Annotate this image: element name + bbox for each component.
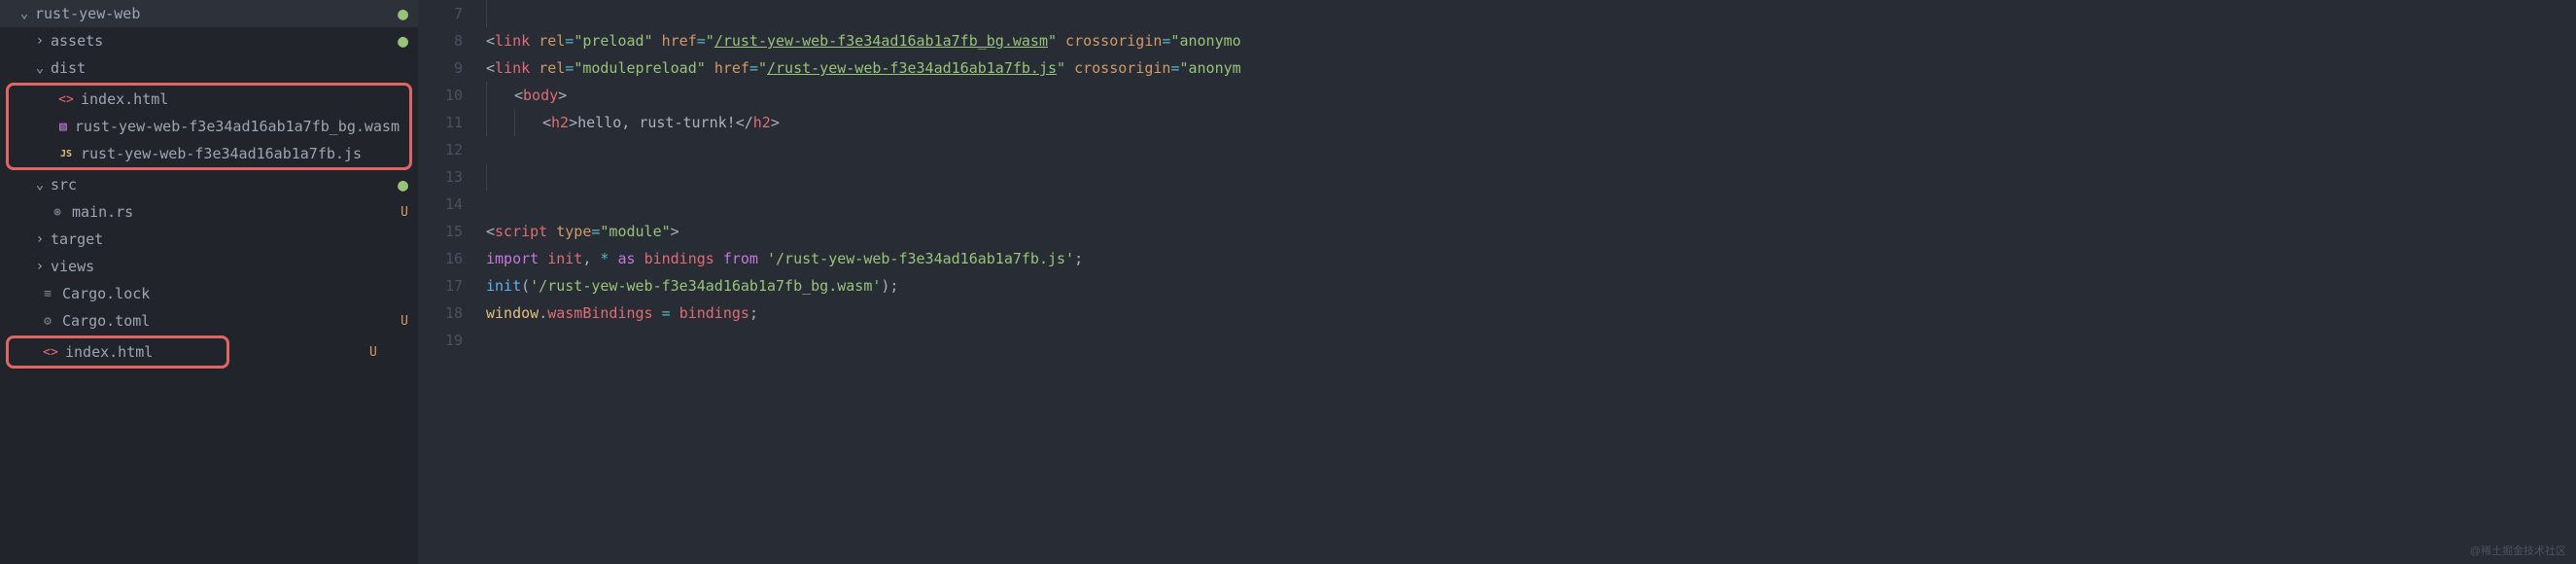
tree-folder-label: src xyxy=(51,176,394,194)
chevron-down-icon: ⌄ xyxy=(17,6,31,21)
code-line-17: init('/rust-yew-web-f3e34ad16ab1a7fb_bg.… xyxy=(486,272,2576,300)
code-editor[interactable]: 7 8 9 10 11 12 13 14 15 16 17 18 19 <lin… xyxy=(418,0,2576,564)
line-number-gutter: 7 8 9 10 11 12 13 14 15 16 17 18 19 xyxy=(418,0,486,564)
code-file-icon: <> xyxy=(57,92,75,107)
code-line-9: <link rel="modulepreload" href="/rust-ye… xyxy=(486,54,2576,82)
line-number: 10 xyxy=(418,82,463,109)
highlight-annotation-dist: <> index.html ▧ rust-yew-web-f3e34ad16ab… xyxy=(6,83,412,170)
git-status-badge: U xyxy=(400,205,408,220)
tree-file-label: index.html xyxy=(65,343,217,361)
tree-folder-dist[interactable]: ⌄ dist xyxy=(0,54,418,82)
tree-file-cargo-lock[interactable]: ≡ Cargo.lock xyxy=(0,280,418,307)
modified-dot-icon: ● xyxy=(398,4,408,24)
highlight-annotation-index: <> index.html xyxy=(6,335,229,369)
code-line-16: import init, * as bindings from '/rust-y… xyxy=(486,245,2576,272)
rust-file-icon: ⊛ xyxy=(49,205,66,220)
chevron-right-icon: › xyxy=(33,259,47,274)
chevron-right-icon: › xyxy=(33,33,47,49)
tree-file-label: rust-yew-web-f3e34ad16ab1a7fb.js xyxy=(81,145,400,162)
tree-file-main-rs[interactable]: ⊛ main.rs U xyxy=(0,198,418,226)
line-number: 16 xyxy=(418,245,463,272)
code-line-7 xyxy=(486,0,2576,27)
line-number: 7 xyxy=(418,0,463,27)
code-content[interactable]: <link rel="preload" href="/rust-yew-web-… xyxy=(486,0,2576,564)
tree-folder-views[interactable]: › views xyxy=(0,253,418,280)
js-file-icon: JS xyxy=(57,149,75,159)
line-number: 9 xyxy=(418,54,463,82)
chevron-down-icon: ⌄ xyxy=(33,60,47,76)
tree-file-label: Cargo.toml xyxy=(62,312,397,330)
lines-file-icon: ≡ xyxy=(39,287,56,301)
chevron-right-icon: › xyxy=(33,231,47,247)
code-line-11: <h2>hello, rust-turnk!</h2> xyxy=(486,109,2576,136)
wasm-file-icon: ▧ xyxy=(57,120,69,134)
line-number: 17 xyxy=(418,272,463,300)
tree-folder-target[interactable]: › target xyxy=(0,226,418,253)
file-explorer-sidebar: ⌄ rust-yew-web ● › assets ● ⌄ dist <> in… xyxy=(0,0,418,564)
tree-folder-assets[interactable]: › assets ● xyxy=(0,27,418,54)
line-number: 13 xyxy=(418,163,463,191)
git-status-badge: U xyxy=(400,314,408,329)
code-line-10: <body> xyxy=(486,82,2576,109)
modified-dot-icon: ● xyxy=(398,31,408,52)
line-number: 18 xyxy=(418,300,463,327)
code-line-18: window.wasmBindings = bindings; xyxy=(486,300,2576,327)
gear-file-icon: ⚙ xyxy=(39,314,56,329)
watermark-text: @稀土掘金技术社区 xyxy=(2470,543,2566,558)
code-line-13 xyxy=(486,163,2576,191)
tree-file-cargo-toml[interactable]: ⚙ Cargo.toml U xyxy=(0,307,418,335)
tree-folder-root[interactable]: ⌄ rust-yew-web ● xyxy=(0,0,418,27)
tree-file-wasm[interactable]: ▧ rust-yew-web-f3e34ad16ab1a7fb_bg.wasm xyxy=(9,113,409,140)
tree-folder-src[interactable]: ⌄ src ● xyxy=(0,171,418,198)
tree-file-label: rust-yew-web-f3e34ad16ab1a7fb_bg.wasm xyxy=(75,118,400,135)
line-number: 12 xyxy=(418,136,463,163)
line-number: 14 xyxy=(418,191,463,218)
code-line-8: <link rel="preload" href="/rust-yew-web-… xyxy=(486,27,2576,54)
tree-file-label: index.html xyxy=(81,90,400,108)
tree-file-label: Cargo.lock xyxy=(62,285,408,302)
tree-folder-label: assets xyxy=(51,32,394,50)
tree-file-index-html-root[interactable]: <> index.html xyxy=(9,338,226,366)
line-number: 15 xyxy=(418,218,463,245)
tree-folder-label: target xyxy=(51,230,408,248)
tree-file-js[interactable]: JS rust-yew-web-f3e34ad16ab1a7fb.js xyxy=(9,140,409,167)
code-line-14 xyxy=(486,191,2576,218)
tree-folder-label: dist xyxy=(51,59,408,77)
line-number: 11 xyxy=(418,109,463,136)
code-line-15: <script type="module"> xyxy=(486,218,2576,245)
tree-file-label: main.rs xyxy=(72,203,397,221)
git-status-badge: U xyxy=(369,345,377,360)
tree-file-index-html-dist[interactable]: <> index.html xyxy=(9,86,409,113)
code-line-12 xyxy=(486,136,2576,163)
code-file-icon: <> xyxy=(42,345,59,360)
line-number: 8 xyxy=(418,27,463,54)
tree-folder-label: rust-yew-web xyxy=(35,5,394,22)
line-number: 19 xyxy=(418,327,463,354)
modified-dot-icon: ● xyxy=(398,175,408,195)
tree-folder-label: views xyxy=(51,258,408,275)
chevron-down-icon: ⌄ xyxy=(33,177,47,193)
